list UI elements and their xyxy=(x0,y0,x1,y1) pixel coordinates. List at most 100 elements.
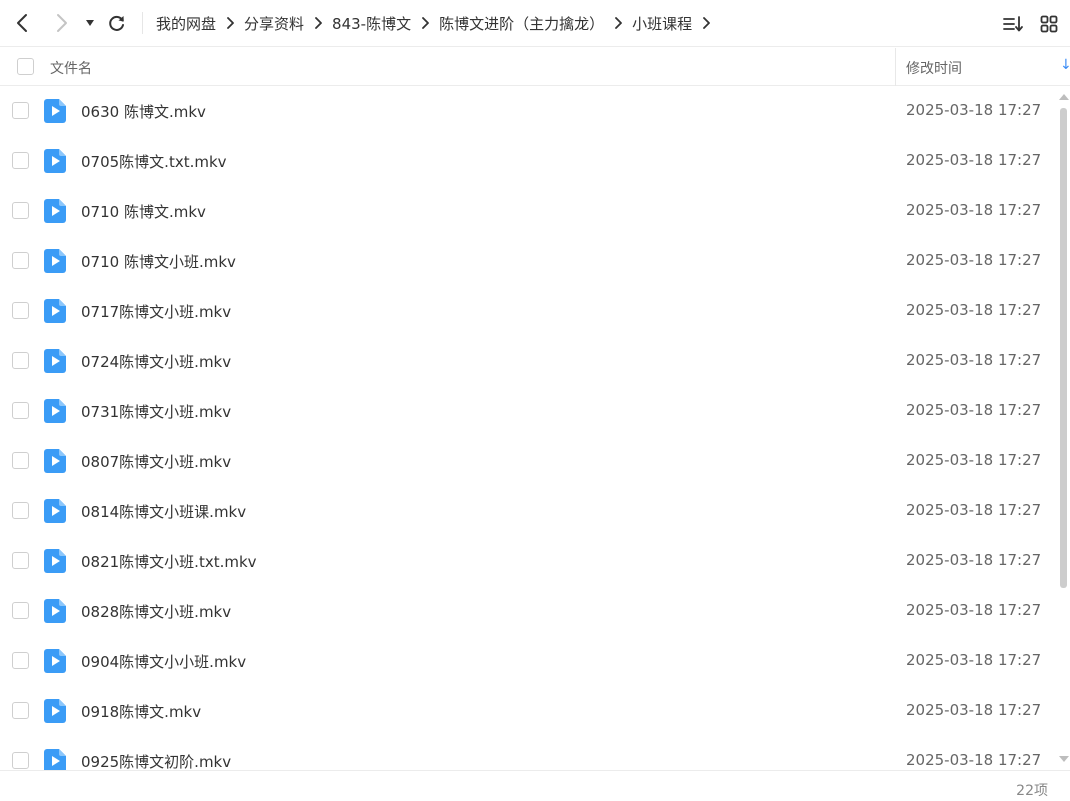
toolbar-divider xyxy=(142,12,143,34)
breadcrumb-item[interactable]: 分享资料 xyxy=(244,13,304,34)
breadcrumb-item-current[interactable]: 小班课程 xyxy=(632,13,692,34)
file-modified-time: 2025-03-18 17:27 xyxy=(906,701,1042,719)
file-name[interactable]: 0821陈博文小班.txt.mkv xyxy=(81,551,257,572)
back-button[interactable] xyxy=(10,10,36,36)
row-checkbox[interactable] xyxy=(12,202,29,219)
video-file-icon xyxy=(44,349,66,373)
file-modified-time: 2025-03-18 17:27 xyxy=(906,401,1042,419)
sort-icon xyxy=(1003,16,1023,32)
chevron-right-icon xyxy=(604,13,632,33)
chevron-right-icon xyxy=(411,13,439,33)
file-modified-time: 2025-03-18 17:27 xyxy=(906,501,1042,519)
sort-arrow-icon: ↓ xyxy=(1060,57,1070,73)
file-modified-time: 2025-03-18 17:27 xyxy=(906,751,1042,769)
row-checkbox[interactable] xyxy=(12,102,29,119)
row-checkbox[interactable] xyxy=(12,602,29,619)
file-row[interactable]: 0925陈博文初阶.mkv 2025-03-18 17:27 xyxy=(0,736,1056,770)
file-row[interactable]: 0717陈博文小班.mkv 2025-03-18 17:27 xyxy=(0,286,1056,336)
chevron-right-icon xyxy=(57,14,67,32)
video-file-icon xyxy=(44,699,66,723)
file-row[interactable]: 0904陈博文小小班.mkv 2025-03-18 17:27 xyxy=(0,636,1056,686)
chevron-right-icon xyxy=(216,13,244,33)
row-checkbox[interactable] xyxy=(12,352,29,369)
file-name[interactable]: 0731陈博文小班.mkv xyxy=(81,401,231,422)
file-name[interactable]: 0925陈博文初阶.mkv xyxy=(81,751,231,770)
breadcrumb-item[interactable]: 843-陈博文 xyxy=(332,13,411,34)
file-modified-time: 2025-03-18 17:27 xyxy=(906,451,1042,469)
file-modified-time: 2025-03-18 17:27 xyxy=(906,251,1042,269)
chevron-right-icon xyxy=(304,13,332,33)
toolbar: 我的网盘 分享资料 843-陈博文 陈博文进阶（主力擒龙） 小班课程 xyxy=(0,0,1070,47)
row-checkbox[interactable] xyxy=(12,402,29,419)
file-name[interactable]: 0828陈博文小班.mkv xyxy=(81,601,231,622)
file-row[interactable]: 0630 陈博文.mkv 2025-03-18 17:27 xyxy=(0,86,1056,136)
status-bar: 22项 xyxy=(0,770,1070,801)
file-list: 0630 陈博文.mkv 2025-03-18 17:27 0705陈博文.txt.… xyxy=(0,86,1056,770)
file-name[interactable]: 0710 陈博文小班.mkv xyxy=(81,251,236,272)
file-row[interactable]: 0821陈博文小班.txt.mkv 2025-03-18 17:27 xyxy=(0,536,1056,586)
file-row[interactable]: 0731陈博文小班.mkv 2025-03-18 17:27 xyxy=(0,386,1056,436)
video-file-icon xyxy=(44,499,66,523)
video-file-icon xyxy=(44,249,66,273)
file-name[interactable]: 0710 陈博文.mkv xyxy=(81,201,206,222)
column-header-modified-time[interactable]: 修改时间 xyxy=(906,58,962,78)
video-file-icon xyxy=(44,749,66,770)
row-checkbox[interactable] xyxy=(12,752,29,769)
file-name[interactable]: 0630 陈博文.mkv xyxy=(81,101,206,122)
grid-view-button[interactable] xyxy=(1036,11,1062,37)
file-modified-time: 2025-03-18 17:27 xyxy=(906,551,1042,569)
row-checkbox[interactable] xyxy=(12,302,29,319)
column-divider[interactable] xyxy=(895,48,896,86)
row-checkbox[interactable] xyxy=(12,452,29,469)
scroll-up-icon[interactable] xyxy=(1059,94,1069,100)
scrollbar-thumb[interactable] xyxy=(1060,108,1067,588)
row-checkbox[interactable] xyxy=(12,652,29,669)
video-file-icon xyxy=(44,299,66,323)
file-name[interactable]: 0918陈博文.mkv xyxy=(81,701,201,722)
file-row[interactable]: 0724陈博文小班.mkv 2025-03-18 17:27 xyxy=(0,336,1056,386)
file-name[interactable]: 0717陈博文小班.mkv xyxy=(81,301,231,322)
breadcrumb-item[interactable]: 陈博文进阶（主力擒龙） xyxy=(439,13,604,34)
forward-button[interactable] xyxy=(48,10,74,36)
file-name[interactable]: 0814陈博文小班课.mkv xyxy=(81,501,246,522)
video-file-icon xyxy=(44,549,66,573)
breadcrumb-item[interactable]: 我的网盘 xyxy=(156,13,216,34)
row-checkbox[interactable] xyxy=(12,252,29,269)
file-row[interactable]: 0807陈博文小班.mkv 2025-03-18 17:27 xyxy=(0,436,1056,486)
scrollbar[interactable] xyxy=(1057,86,1070,770)
row-checkbox[interactable] xyxy=(12,502,29,519)
row-checkbox[interactable] xyxy=(12,152,29,169)
select-all-checkbox[interactable] xyxy=(17,58,34,75)
grid-view-icon xyxy=(1040,15,1058,33)
file-name[interactable]: 0807陈博文小班.mkv xyxy=(81,451,231,472)
file-name[interactable]: 0705陈博文.txt.mkv xyxy=(81,151,227,172)
file-row[interactable]: 0814陈博文小班课.mkv 2025-03-18 17:27 xyxy=(0,486,1056,536)
file-row[interactable]: 0710 陈博文.mkv 2025-03-18 17:27 xyxy=(0,186,1056,236)
sort-button[interactable] xyxy=(1000,11,1026,37)
video-file-icon xyxy=(44,649,66,673)
file-row[interactable]: 0828陈博文小班.mkv 2025-03-18 17:27 xyxy=(0,586,1056,636)
history-dropdown-button[interactable] xyxy=(79,10,101,36)
row-checkbox[interactable] xyxy=(12,702,29,719)
row-checkbox[interactable] xyxy=(12,552,29,569)
file-modified-time: 2025-03-18 17:27 xyxy=(906,301,1042,319)
refresh-icon xyxy=(109,15,124,31)
file-modified-time: 2025-03-18 17:27 xyxy=(906,201,1042,219)
chevron-left-icon xyxy=(17,14,27,32)
file-row[interactable]: 0918陈博文.mkv 2025-03-18 17:27 xyxy=(0,686,1056,736)
file-modified-time: 2025-03-18 17:27 xyxy=(906,351,1042,369)
video-file-icon xyxy=(44,449,66,473)
chevron-right-icon[interactable] xyxy=(692,13,720,33)
file-modified-time: 2025-03-18 17:27 xyxy=(906,101,1042,119)
file-name[interactable]: 0724陈博文小班.mkv xyxy=(81,351,231,372)
file-row[interactable]: 0705陈博文.txt.mkv 2025-03-18 17:27 xyxy=(0,136,1056,186)
list-header: 文件名 修改时间 ↓ xyxy=(0,48,1070,86)
scroll-down-icon[interactable] xyxy=(1059,756,1069,762)
refresh-button[interactable] xyxy=(104,10,130,36)
file-name[interactable]: 0904陈博文小小班.mkv xyxy=(81,651,246,672)
column-header-name[interactable]: 文件名 xyxy=(50,58,92,78)
file-row[interactable]: 0710 陈博文小班.mkv 2025-03-18 17:27 xyxy=(0,236,1056,286)
video-file-icon xyxy=(44,99,66,123)
video-file-icon xyxy=(44,149,66,173)
file-modified-time: 2025-03-18 17:27 xyxy=(906,151,1042,169)
